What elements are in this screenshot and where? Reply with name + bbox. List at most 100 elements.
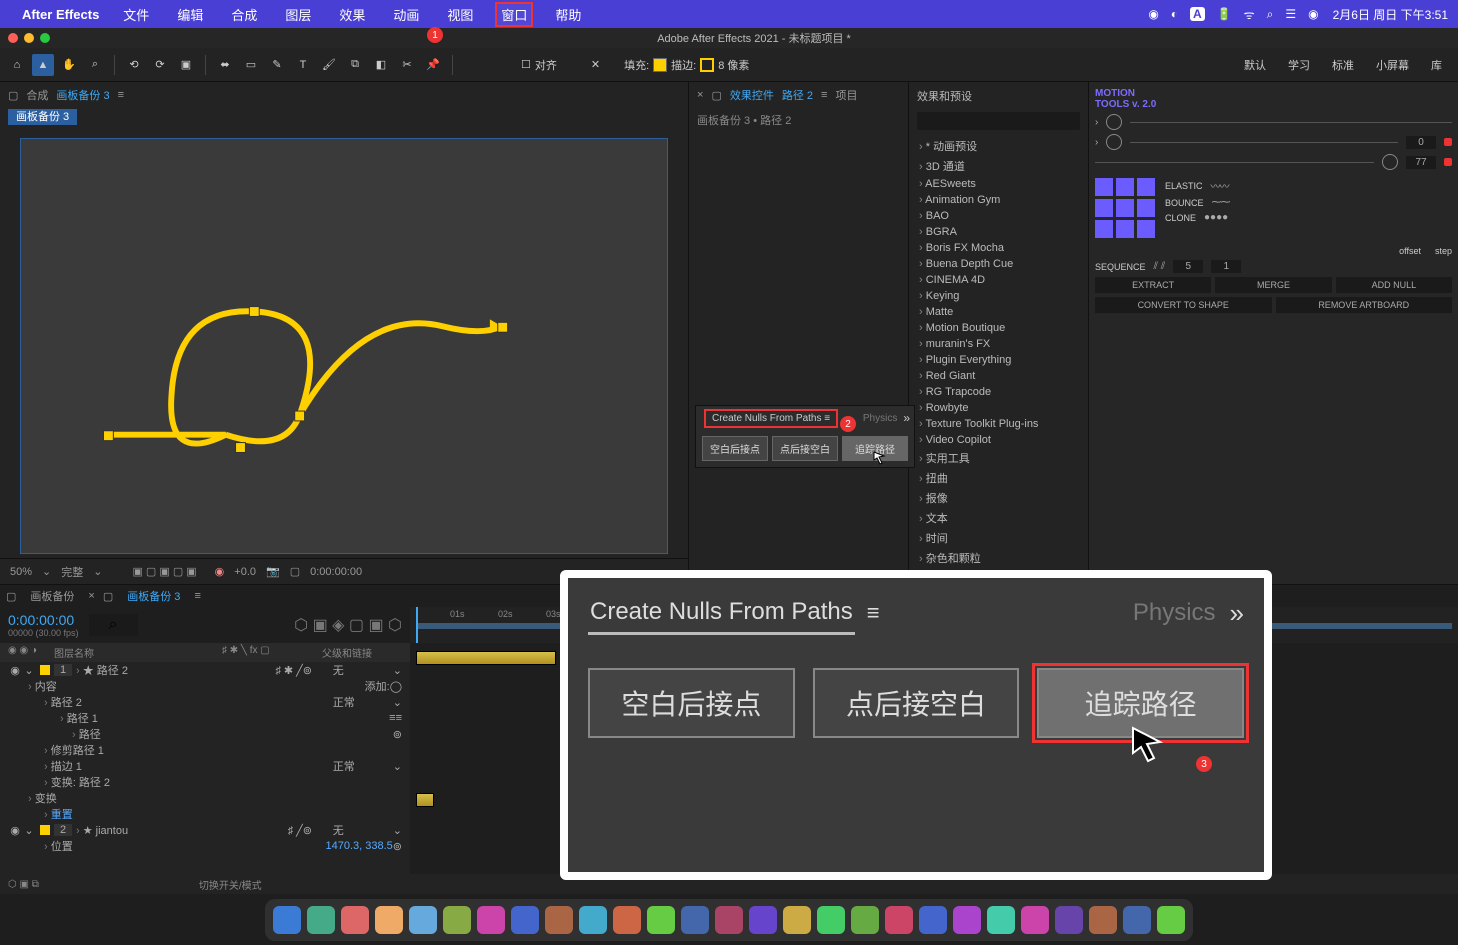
menu-view[interactable]: 视图 <box>441 2 479 27</box>
menu-file[interactable]: 文件 <box>117 2 155 27</box>
fill-swatch[interactable] <box>653 58 667 72</box>
extract-button[interactable]: EXTRACT <box>1095 277 1211 293</box>
layer-prop[interactable]: 重置 <box>0 806 410 822</box>
layer-row[interactable]: ◉⌄2★ jiantou♯ ╱⊚无⌄ <box>0 822 410 838</box>
effects-item[interactable]: Boris FX Mocha <box>913 240 1084 256</box>
effects-item[interactable]: Matte <box>913 304 1084 320</box>
roto-tool[interactable]: ✂ <box>396 54 418 76</box>
effects-item[interactable]: Keying <box>913 288 1084 304</box>
dock-app-icon[interactable] <box>987 906 1015 934</box>
zoom-tab-nulls[interactable]: Create Nulls From Paths <box>588 592 855 635</box>
dock-app-icon[interactable] <box>341 906 369 934</box>
effects-item[interactable]: 3D 通道 <box>913 156 1084 176</box>
dock-app-icon[interactable] <box>681 906 709 934</box>
shape-tool[interactable]: ▭ <box>240 54 262 76</box>
menu-layer[interactable]: 图层 <box>279 2 317 27</box>
exposure[interactable]: +0.0 <box>234 566 256 578</box>
effects-item[interactable]: BAO <box>913 208 1084 224</box>
remove-artboard-button[interactable]: REMOVE ARTBOARD <box>1276 297 1453 313</box>
layer-prop[interactable]: 路径 1≡≡ <box>0 710 410 726</box>
layer-prop[interactable]: 描边 1正常⌄ <box>0 758 410 774</box>
effects-item[interactable]: Rowbyte <box>913 400 1084 416</box>
orbit-tool[interactable]: ⟲ <box>123 54 145 76</box>
more-icon[interactable]: » <box>903 411 910 425</box>
battery-icon[interactable]: 🔋 <box>1217 7 1232 21</box>
camera-tool[interactable]: ▣ <box>175 54 197 76</box>
effects-item[interactable]: Plugin Everything <box>913 352 1084 368</box>
dock-app-icon[interactable] <box>1055 906 1083 934</box>
eraser-tool[interactable]: ◧ <box>370 54 392 76</box>
effects-item[interactable]: Animation Gym <box>913 192 1084 208</box>
type-tool[interactable]: T <box>292 54 314 76</box>
physics-tab[interactable]: Physics <box>863 413 897 424</box>
layer-row[interactable]: ◉⌄1★ 路径 2♯ ✱ ╱⊚无⌄ <box>0 662 410 678</box>
effects-item[interactable]: * 动画预设 <box>913 136 1084 156</box>
menu-animation[interactable]: 动画 <box>387 2 425 27</box>
layer-bar[interactable] <box>416 793 434 807</box>
effects-item[interactable]: 杂色和颗粒 <box>913 548 1084 568</box>
workspace-small[interactable]: 小屏幕 <box>1376 57 1409 73</box>
viewer-tab[interactable]: 画板备份 3 <box>56 87 109 103</box>
clock[interactable]: 2月6日 周日 下午3:51 <box>1333 6 1448 23</box>
workspace-learn[interactable]: 学习 <box>1288 57 1310 73</box>
effects-item[interactable]: BGRA <box>913 224 1084 240</box>
menu-help[interactable]: 帮助 <box>549 2 587 27</box>
dock-app-icon[interactable] <box>477 906 505 934</box>
ease-handle[interactable] <box>1106 114 1122 130</box>
effects-item[interactable]: Red Giant <box>913 368 1084 384</box>
zoom-level[interactable]: 50% <box>10 566 32 578</box>
dock-app-icon[interactable] <box>749 906 777 934</box>
nulls-tab[interactable]: Create Nulls From Paths ≡ <box>704 409 838 428</box>
dock-app-icon[interactable] <box>1123 906 1151 934</box>
effects-item[interactable]: 时间 <box>913 528 1084 548</box>
control-center-icon[interactable]: ☰ <box>1285 7 1296 21</box>
dock-app-icon[interactable] <box>919 906 947 934</box>
layer-prop[interactable]: 位置1470.3, 338.5⊚ <box>0 838 410 854</box>
layer-prop[interactable]: 修剪路径 1 <box>0 742 410 758</box>
workspace-standard[interactable]: 标准 <box>1332 57 1354 73</box>
dock-app-icon[interactable] <box>273 906 301 934</box>
effects-item[interactable]: Video Copilot <box>913 432 1084 448</box>
dock-app-icon[interactable] <box>851 906 879 934</box>
resolution[interactable]: 完整 <box>61 564 83 580</box>
points-follow-nulls-button[interactable]: 空白后接点 <box>702 436 768 461</box>
effect-controls-tab[interactable]: 效果控件 <box>730 87 774 103</box>
siri-icon[interactable]: ◉ <box>1308 7 1318 21</box>
home-tool[interactable]: ⌂ <box>6 54 28 76</box>
anchor-grid[interactable] <box>1095 178 1155 238</box>
traffic-lights[interactable] <box>8 33 50 43</box>
brush-tool[interactable]: 🖌 <box>318 54 340 76</box>
dock-app-icon[interactable] <box>613 906 641 934</box>
dock-app-icon[interactable] <box>579 906 607 934</box>
rotate-tool[interactable]: ⟳ <box>149 54 171 76</box>
stroke-width[interactable]: 8 像素 <box>718 57 749 73</box>
effects-item[interactable]: 实用工具 <box>913 448 1084 468</box>
project-tab[interactable]: 项目 <box>835 87 857 103</box>
current-timecode[interactable]: 0:00:00:00 <box>8 612 79 628</box>
addnull-button[interactable]: ADD NULL <box>1336 277 1452 293</box>
menu-composition[interactable]: 合成 <box>225 2 263 27</box>
viewer-timecode[interactable]: 0:00:00:00 <box>310 566 362 578</box>
effects-item[interactable]: CINEMA 4D <box>913 272 1084 288</box>
snapshot-icon[interactable]: 📷 <box>266 565 280 578</box>
effects-search[interactable] <box>917 112 1080 130</box>
dock-app-icon[interactable] <box>307 906 335 934</box>
effects-item[interactable]: Motion Boutique <box>913 320 1084 336</box>
effects-item[interactable]: 报像 <box>913 488 1084 508</box>
more-icon[interactable]: » <box>1230 598 1244 629</box>
dock-app-icon[interactable] <box>409 906 437 934</box>
convert-shape-button[interactable]: CONVERT TO SHAPE <box>1095 297 1272 313</box>
dock-app-icon[interactable] <box>715 906 743 934</box>
timeline-tab-active[interactable]: 画板备份 3 <box>121 586 186 606</box>
effects-item[interactable]: RG Trapcode <box>913 384 1084 400</box>
menu-window[interactable]: 窗口 <box>495 2 533 27</box>
zoom-points-follow-button[interactable]: 空白后接点 <box>588 668 795 738</box>
effects-item[interactable]: muranin's FX <box>913 336 1084 352</box>
merge-button[interactable]: MERGE <box>1215 277 1331 293</box>
a-icon[interactable]: A <box>1190 7 1205 21</box>
timeline-tab[interactable]: 画板备份 <box>24 586 80 606</box>
dock-app-icon[interactable] <box>817 906 845 934</box>
anchor-tool[interactable]: ⬌ <box>214 54 236 76</box>
wifi-icon[interactable]: ᯤ <box>1244 6 1255 23</box>
ease-handle[interactable] <box>1382 154 1398 170</box>
